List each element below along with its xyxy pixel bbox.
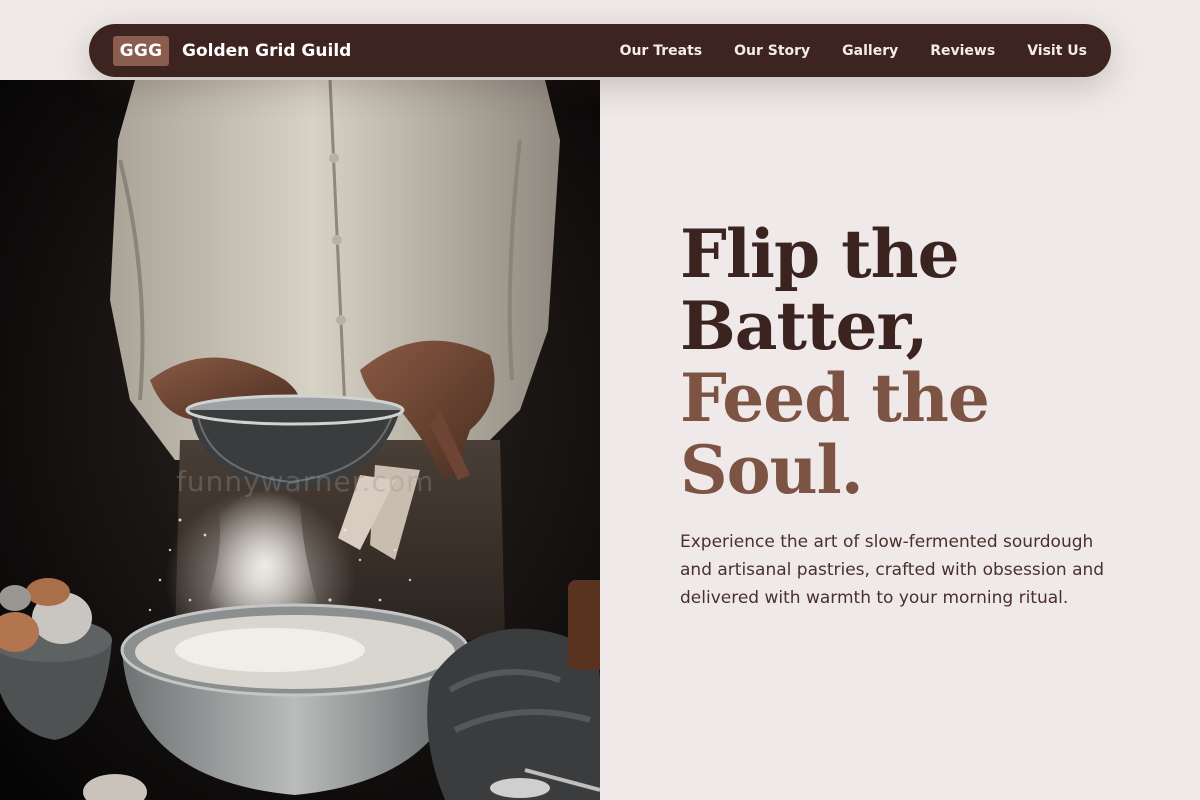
nav-link-visit-us[interactable]: Visit Us (1027, 43, 1087, 59)
image-watermark: funnywarner.com (176, 465, 435, 498)
brand-name: Golden Grid Guild (182, 40, 352, 61)
hero-image: funnywarner.com (0, 80, 600, 800)
hero-subtitle: Experience the art of slow-fermented sou… (680, 532, 1105, 608)
brand-badge: GGG (113, 35, 169, 66)
hero-text: Flip the Batter, Feed the Soul. Experien… (680, 218, 1140, 612)
page: GGG Golden Grid Guild Our Treats Our Sto… (0, 0, 1200, 800)
headline-line-4: Soul. (680, 431, 864, 509)
headline-line-1: Flip the (680, 215, 960, 293)
nav-link-our-treats[interactable]: Our Treats (620, 43, 703, 59)
headline-line-2: Batter, (680, 287, 928, 365)
nav-links: Our Treats Our Story Gallery Reviews Vis… (588, 43, 1087, 59)
top-nav: GGG Golden Grid Guild Our Treats Our Sto… (89, 24, 1111, 77)
nav-link-gallery[interactable]: Gallery (842, 43, 898, 59)
hero-headline: Flip the Batter, Feed the Soul. (680, 218, 1140, 506)
brand-logo-link[interactable]: GGG Golden Grid Guild (113, 35, 352, 66)
nav-link-reviews[interactable]: Reviews (930, 43, 995, 59)
headline-line-3: Feed the (680, 359, 990, 437)
baker-sifting-flour-illustration (0, 80, 600, 800)
nav-link-our-story[interactable]: Our Story (734, 43, 810, 59)
